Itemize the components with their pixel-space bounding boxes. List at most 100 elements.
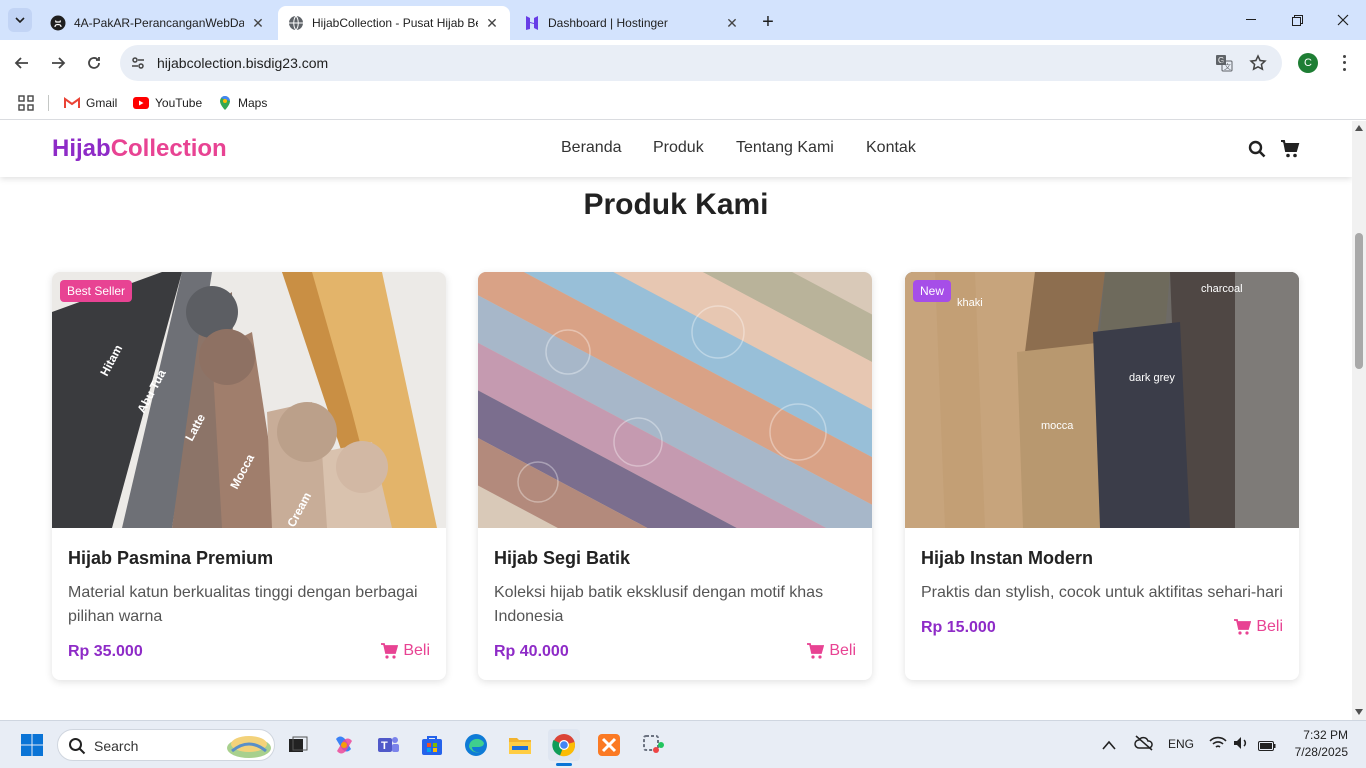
tab-hijabcollection[interactable]: HijabCollection - Pusat Hijab Berkualita…	[278, 6, 510, 40]
tab-hostinger[interactable]: Dashboard | Hostinger ✕	[514, 6, 750, 40]
product-description: Koleksi hijab batik eksklusif dengan mot…	[494, 584, 824, 625]
more-menu-icon[interactable]	[1336, 53, 1352, 73]
product-price: Rp 40.000	[494, 643, 569, 660]
logo-part-collection: Collection	[110, 135, 227, 162]
snipping-tool-icon[interactable]	[637, 729, 669, 761]
nav-link-tentang-kami[interactable]: Tentang Kami	[736, 139, 834, 157]
hostinger-icon	[524, 15, 540, 31]
clock-date: 7/28/2025	[1294, 745, 1348, 759]
close-icon[interactable]: ✕	[250, 15, 266, 31]
cart-icon	[1234, 619, 1252, 635]
new-badge: New	[913, 280, 952, 302]
nav-link-produk[interactable]: Produk	[653, 139, 704, 157]
tab-strip: 4A-PakAR-PerancanganWebDasar ✕ HijabColl…	[0, 0, 1366, 40]
battery-icon[interactable]	[1258, 738, 1276, 756]
copilot-icon[interactable]	[328, 729, 360, 761]
bookmark-maps[interactable]: Maps	[218, 92, 267, 114]
buy-button[interactable]: Beli	[1233, 618, 1283, 636]
file-explorer-icon[interactable]	[504, 729, 536, 761]
nav-link-beranda[interactable]: Beranda	[561, 139, 622, 157]
address-bar[interactable]: hijabcolection.bisdig23.com G文	[120, 45, 1282, 81]
clock-time: 7:32 PM	[1303, 728, 1348, 742]
start-button[interactable]	[16, 729, 48, 761]
arrow-right-icon	[52, 57, 66, 69]
tab-github[interactable]: 4A-PakAR-PerancanganWebDasar ✕	[40, 6, 276, 40]
maps-icon	[220, 96, 230, 110]
close-icon[interactable]: ✕	[484, 15, 500, 31]
xampp-icon[interactable]	[593, 729, 625, 761]
search-label: Search	[94, 738, 139, 754]
product-description: Praktis dan stylish, cocok untuk aktifit…	[921, 584, 1283, 601]
buy-label: Beli	[829, 642, 856, 659]
wifi-icon[interactable]	[1209, 736, 1227, 755]
scroll-down-icon[interactable]	[1355, 709, 1363, 715]
back-button[interactable]	[6, 47, 38, 79]
teams-icon[interactable]: T	[372, 729, 404, 761]
product-price: Rp 35.000	[68, 643, 143, 660]
site-info-icon[interactable]	[130, 55, 146, 76]
search-highlight-icon	[227, 736, 271, 758]
tab-search-button[interactable]	[8, 8, 32, 32]
product-card[interactable]: Hijab Segi Batik Koleksi hijab batik eks…	[478, 272, 872, 680]
bookmarks-bar: Gmail YouTube Maps	[0, 86, 1366, 120]
volume-icon[interactable]	[1233, 736, 1249, 755]
product-card[interactable]: khaki charcoal dark grey mocca New Hijab…	[905, 272, 1299, 680]
color-label: dark grey	[1129, 372, 1175, 384]
logo-part-hijab: Hijab	[52, 135, 111, 162]
site-navbar: HijabCollection Beranda Produk Tentang K…	[0, 121, 1352, 177]
bookmark-youtube[interactable]: YouTube	[133, 92, 202, 114]
restore-button[interactable]	[1274, 0, 1320, 40]
bookmark-label: Maps	[238, 96, 268, 110]
edge-icon[interactable]	[460, 729, 492, 761]
scrollbar-thumb[interactable]	[1355, 233, 1363, 369]
tab-title: 4A-PakAR-PerancanganWebDasar	[74, 16, 244, 30]
product-card[interactable]: Hitam Abu Tua Latte Mocca Cream Best Sel…	[52, 272, 446, 680]
product-name: Hijab Instan Modern	[921, 548, 1094, 568]
tab-title: Dashboard | Hostinger	[548, 16, 668, 30]
bookmark-gmail[interactable]: Gmail	[64, 92, 117, 114]
reload-button[interactable]	[78, 47, 110, 79]
scroll-up-icon[interactable]	[1355, 125, 1363, 131]
bookmark-star-icon[interactable]	[1249, 54, 1267, 77]
globe-icon	[288, 15, 304, 31]
page-scrollbar[interactable]	[1352, 121, 1366, 720]
site-logo[interactable]: HijabCollection	[52, 135, 227, 163]
reload-icon	[88, 57, 100, 69]
section-heading: Produk Kami	[583, 188, 769, 221]
product-image	[478, 272, 872, 528]
color-label: khaki	[957, 297, 983, 309]
chevron-down-icon	[15, 17, 25, 23]
nav-link-kontak[interactable]: Kontak	[866, 139, 916, 157]
buy-button[interactable]: Beli	[380, 642, 430, 660]
taskbar-search[interactable]: Search	[57, 729, 275, 761]
buy-label: Beli	[403, 642, 430, 659]
store-icon[interactable]	[416, 729, 448, 761]
product-name: Hijab Segi Batik	[494, 548, 631, 568]
task-view-icon[interactable]	[282, 729, 314, 761]
chrome-icon[interactable]	[548, 729, 580, 761]
url-text[interactable]: hijabcolection.bisdig23.com	[157, 55, 328, 71]
cloud-offline-icon[interactable]	[1134, 735, 1154, 756]
language-indicator[interactable]: ENG	[1168, 737, 1194, 751]
color-label: charcoal	[1201, 283, 1243, 295]
forward-button[interactable]	[42, 47, 74, 79]
profile-avatar[interactable]: C	[1298, 53, 1318, 73]
divider	[48, 95, 49, 111]
windows-taskbar: Search T ENG 7:32 PM 7/28/2025	[0, 720, 1366, 768]
clock[interactable]: 7:32 PM 7/28/2025	[1286, 728, 1348, 759]
close-icon[interactable]: ✕	[724, 15, 740, 31]
buy-label: Beli	[1256, 618, 1283, 635]
show-hidden-icons[interactable]	[1102, 737, 1116, 755]
best-seller-badge: Best Seller	[60, 280, 133, 302]
minimize-button[interactable]	[1228, 0, 1274, 40]
translate-icon[interactable]: G文	[1215, 54, 1233, 77]
close-window-button[interactable]	[1320, 0, 1366, 40]
search-icon[interactable]	[1246, 138, 1268, 160]
new-tab-button[interactable]: +	[756, 10, 780, 34]
web-page: HijabCollection Beranda Produk Tentang K…	[0, 121, 1352, 720]
buy-button[interactable]: Beli	[806, 642, 856, 660]
github-icon	[50, 15, 66, 31]
apps-icon[interactable]	[18, 92, 40, 114]
cart-icon[interactable]	[1279, 138, 1301, 160]
product-name: Hijab Pasmina Premium	[68, 548, 274, 568]
